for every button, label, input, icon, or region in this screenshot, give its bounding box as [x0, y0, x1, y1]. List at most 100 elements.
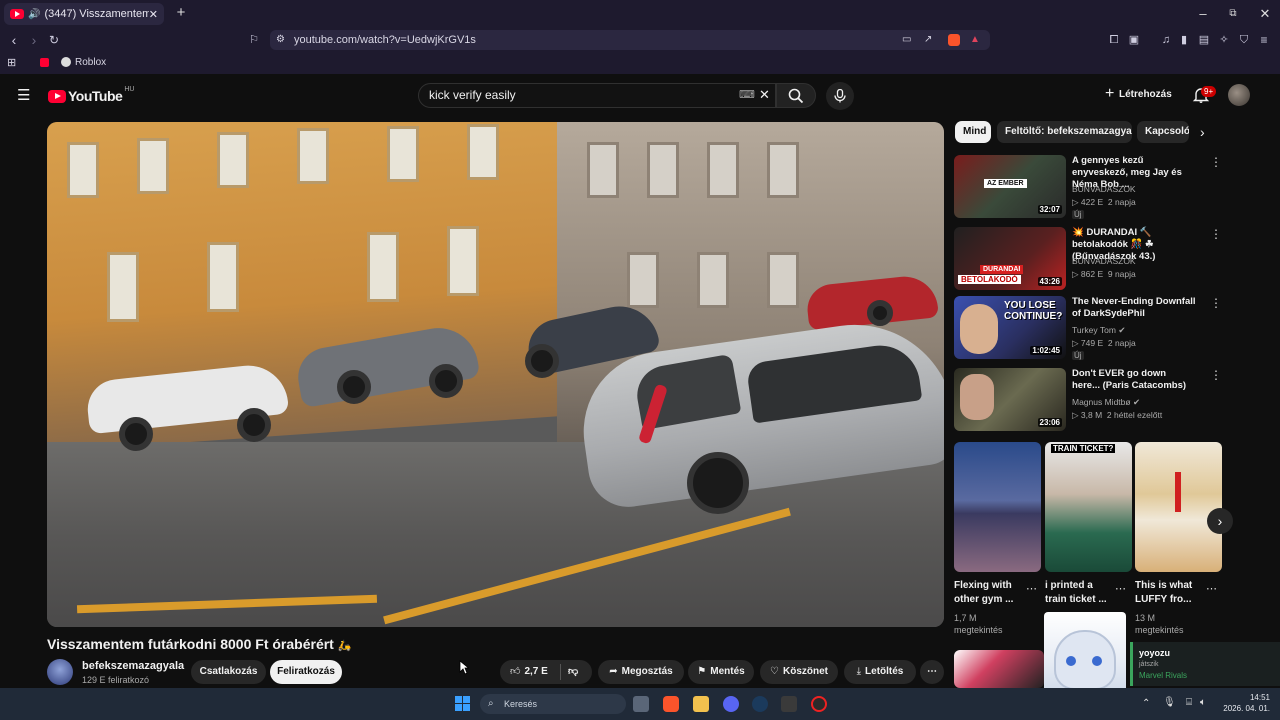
file-explorer-icon[interactable]	[693, 696, 709, 712]
forward-icon[interactable]: ›	[26, 32, 42, 48]
dislike-icon[interactable]: 👎︎	[568, 660, 578, 684]
more-options-icon[interactable]: ⋮	[1210, 296, 1222, 310]
recommendation-thumbnail[interactable]: AZ EMBER 32:07	[954, 155, 1066, 218]
recommendation-channel[interactable]: Turkey Tom ✔	[1072, 325, 1125, 336]
more-options-icon[interactable]: ⋯	[1115, 582, 1126, 595]
maximize-button[interactable]: ⧉	[1218, 8, 1248, 19]
brave-browser-icon[interactable]	[663, 696, 679, 712]
recommendation-channel[interactable]: BŰNVADÁSZOK	[1072, 256, 1136, 266]
video-player[interactable]	[47, 122, 944, 627]
taskbar-search[interactable]: ⌕ Keresés	[480, 694, 626, 714]
more-options-icon[interactable]: ⋯	[1206, 582, 1217, 595]
chip-all[interactable]: Mind	[955, 121, 991, 143]
short-title[interactable]: i printed a train ticket ...	[1045, 579, 1115, 607]
taskbar-clock[interactable]: 14:51 2026. 04. 01.	[1222, 692, 1270, 714]
more-options-icon[interactable]: ⋮	[1210, 368, 1222, 382]
share-icon[interactable]: ↗	[924, 30, 932, 50]
window-shape	[767, 252, 799, 308]
recommendation-channel[interactable]: BŰNVADÁSZOK	[1072, 184, 1136, 194]
brave-shield-icon[interactable]	[948, 34, 960, 46]
wallet-icon[interactable]: ▤	[1196, 32, 1212, 48]
minimize-button[interactable]: –	[1188, 6, 1218, 21]
chips-next-icon[interactable]: ›	[1200, 124, 1205, 140]
leo-ai-icon[interactable]: ✧	[1216, 32, 1232, 48]
extensions-icon[interactable]: ⧠	[1106, 32, 1122, 48]
more-options-icon[interactable]: ⋮	[1210, 155, 1222, 169]
new-tab-button[interactable]: +	[166, 4, 196, 21]
window-close-button[interactable]: ✕	[1250, 6, 1280, 22]
youtube-bookmark-icon[interactable]	[40, 58, 49, 67]
join-button[interactable]: Csatlakozás	[191, 660, 266, 684]
screenshot-icon[interactable]: ▣	[1126, 32, 1142, 48]
speaker-icon[interactable]: 🔊	[28, 9, 40, 20]
app-icon[interactable]	[811, 696, 827, 712]
url-field[interactable]: ⚙ youtube.com/watch?v=UedwjKrGV1s ▭ ↗ ▲	[270, 30, 990, 50]
account-avatar[interactable]	[1228, 84, 1250, 106]
save-button[interactable]: ⚑ Mentés	[688, 660, 754, 684]
menu-icon[interactable]: ≡	[1256, 32, 1272, 48]
chip-uploader[interactable]: Feltöltő: befekszemazagyala	[997, 121, 1132, 143]
back-icon[interactable]: ‹	[6, 32, 22, 48]
channel-avatar[interactable]	[47, 659, 73, 685]
task-view-icon[interactable]	[633, 696, 649, 712]
more-actions-button[interactable]: ⋯	[920, 660, 944, 684]
more-options-icon[interactable]: ⋮	[1210, 227, 1222, 241]
recommendation-thumbnail[interactable]: YOU LOSE CONTINUE? 1:02:45	[954, 296, 1066, 359]
short-thumbnail[interactable]	[1135, 442, 1222, 572]
subscribe-button[interactable]: Feliratkozás	[270, 660, 342, 684]
tray-overflow-icon[interactable]: ⌃	[1142, 698, 1150, 709]
thanks-button[interactable]: ♡ Köszönet	[760, 660, 838, 684]
download-button[interactable]: ⤓ Letöltés	[844, 660, 916, 684]
short-thumbnail[interactable]	[954, 650, 1044, 688]
app-icon[interactable]	[781, 696, 797, 712]
reload-icon[interactable]: ↻	[46, 32, 62, 48]
microphone-tray-icon[interactable]: 🎙︎	[1163, 697, 1176, 708]
brave-rewards-icon[interactable]: ▲	[970, 30, 980, 50]
recommendation-thumbnail[interactable]: DURANDAI BETOLAKODÓ 43:26	[954, 227, 1066, 290]
keyboard-icon[interactable]: ⌨	[739, 84, 755, 107]
browser-tab-youtube[interactable]: 🔊 (3447) Visszamentem futárk ✕	[4, 3, 164, 25]
youtube-logo[interactable]: YouTube HU	[48, 86, 134, 104]
voice-search-button[interactable]	[826, 82, 854, 110]
search-button[interactable]	[776, 83, 816, 108]
vpn-shield-icon[interactable]: ⛉	[1236, 32, 1252, 48]
short-title[interactable]: Flexing with other gym ...	[954, 579, 1024, 607]
short-title[interactable]: This is what LUFFY fro...	[1135, 579, 1205, 607]
shorts-next-icon[interactable]: ›	[1207, 508, 1233, 534]
guide-menu-icon[interactable]: ☰	[17, 86, 30, 104]
network-icon[interactable]: ⌸	[1186, 697, 1192, 708]
windows-start-icon[interactable]	[455, 696, 471, 712]
like-count[interactable]: 2,7 E	[524, 666, 547, 677]
recommendation-meta: ▷ 862 E 9 napja	[1072, 269, 1136, 280]
discord-icon[interactable]	[723, 696, 739, 712]
volume-icon[interactable]: 🔈︎	[1200, 697, 1206, 708]
recommendation-item[interactable]: DURANDAI BETOLAKODÓ 43:26 💥 DURANDAI 🔨 b…	[954, 227, 1234, 291]
share-button[interactable]: ➦ Megosztás	[598, 660, 684, 684]
recommendation-thumbnail[interactable]: 23:06	[954, 368, 1066, 431]
car-wheel	[119, 417, 153, 451]
short-thumbnail[interactable]	[954, 442, 1041, 572]
music-icon[interactable]: ♫	[1158, 32, 1174, 48]
bookmark-icon[interactable]: ⚐	[246, 32, 262, 48]
recommendation-item[interactable]: 23:06 Don't EVER go down here... (Paris …	[954, 368, 1234, 432]
bookmark-roblox[interactable]: Roblox	[75, 57, 106, 68]
chip-related[interactable]: Kapcsoló	[1137, 121, 1189, 143]
channel-name[interactable]: befekszemazagyala	[82, 660, 184, 672]
site-settings-icon[interactable]: ⚙	[276, 30, 285, 50]
screen-cast-icon[interactable]: ▭	[902, 30, 911, 50]
like-icon[interactable]: 👍︎	[510, 660, 520, 684]
recommendation-channel[interactable]: Magnus Midtbø ✔	[1072, 397, 1140, 408]
clear-search-icon[interactable]: ✕	[759, 83, 770, 106]
apps-grid-icon[interactable]: ⊞	[7, 56, 16, 69]
steam-icon[interactable]	[752, 696, 768, 712]
share-arrow-icon: ➦	[609, 666, 618, 677]
search-input[interactable]: kick verify easily ⌨ ✕	[418, 83, 776, 108]
close-tab-icon[interactable]: ✕	[149, 8, 158, 21]
short-thumbnail[interactable]: TRAIN TICKET?	[1045, 442, 1132, 572]
recommendation-item[interactable]: YOU LOSE CONTINUE? 1:02:45 The Never-End…	[954, 296, 1234, 360]
recommendation-item[interactable]: AZ EMBER 32:07 A gennyes kezű enyveskező…	[954, 155, 1234, 219]
up-arrow-shape	[1175, 472, 1181, 512]
sidebar-icon[interactable]: ▮	[1176, 32, 1192, 48]
more-options-icon[interactable]: ⋯	[1026, 582, 1037, 595]
create-button[interactable]: Létrehozás	[1103, 84, 1172, 105]
